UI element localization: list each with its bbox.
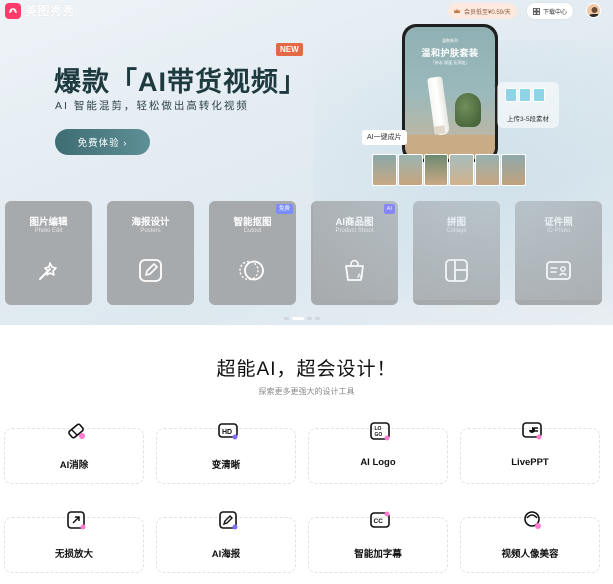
tool-card-id-photo[interactable]: 证件照 ID Photo <box>515 201 602 305</box>
feature-label: 视频人像美容 <box>501 549 559 560</box>
free-trial-button[interactable]: 免费体验 › <box>55 129 150 155</box>
phone-product-title: 温和护肤套装 <box>421 48 479 58</box>
meitu-logo-icon <box>5 2 21 19</box>
tool-card-subtitle: ID Photo <box>546 228 571 234</box>
video-files-icon <box>505 88 545 102</box>
tool-card-title: 海报设计 <box>131 217 170 228</box>
tool-card-subtitle: Cutout <box>243 228 262 234</box>
collage-grid-icon <box>445 259 468 282</box>
crown-icon <box>454 8 460 13</box>
video-frames-strip <box>372 154 526 186</box>
section-title: 超能AI，超会设计！ <box>216 359 397 380</box>
top-bar: 美图秀秀 会员低至¥0.59/天 下载中心 <box>0 0 613 22</box>
user-avatar[interactable] <box>586 3 601 18</box>
tool-card-title: 证件照 <box>544 217 573 228</box>
svg-text:AI: AI <box>357 274 363 280</box>
hd-icon: HD <box>218 423 238 440</box>
tool-card-collage[interactable]: 拼图 Collage <box>413 201 500 305</box>
download-center-label: 下载中心 <box>543 9 568 16</box>
tool-card-cutout[interactable]: 免费 智能抠图 Cutout <box>209 201 296 305</box>
tool-card-title: 拼图 <box>446 217 466 228</box>
carousel-dot-active[interactable] <box>292 317 304 320</box>
feature-label: AI Logo <box>360 457 396 468</box>
feature-label: 无损放大 <box>54 549 93 560</box>
ai-bag-icon: AI <box>345 259 364 281</box>
feature-label: 智能加字幕 <box>354 549 402 560</box>
feature-label: 变清晰 <box>211 460 241 471</box>
phone-mockup: 温和系列 温和护肤套装 「补水 保湿 无添加」 <box>402 24 498 162</box>
caption-icon: CC <box>370 511 390 528</box>
cutout-circle-icon <box>239 260 264 281</box>
poster-pen-icon <box>139 259 162 282</box>
phone-screen: 温和系列 温和护肤套装 「补水 保湿 无添加」 <box>405 27 495 159</box>
feature-label: AI海报 <box>211 549 241 560</box>
svg-text:GO: GO <box>375 432 383 438</box>
logo-icon: LOGO <box>370 422 390 441</box>
tool-card-posters[interactable]: 海报设计 Posters <box>107 201 194 305</box>
carousel-dot[interactable] <box>284 317 289 320</box>
ppt-icon <box>522 422 542 440</box>
free-tag: 免费 <box>275 204 293 214</box>
magic-wand-icon <box>39 262 57 280</box>
logo-text: 美图秀秀 <box>25 4 76 18</box>
hero-subtitle: AI 智能混剪，轻松做出高转化视频 <box>55 100 249 112</box>
upload-materials-card: 上传3-5段素材 <box>497 82 559 128</box>
feature-card-ai-erase[interactable]: AI消除 <box>4 423 144 484</box>
carousel-indicator[interactable] <box>284 317 320 320</box>
feature-card-upscale[interactable]: 无损放大 <box>4 511 144 573</box>
vip-promo-button[interactable]: 会员低至¥0.59/天 <box>448 3 517 19</box>
feature-card-liveppt[interactable]: LivePPT <box>460 422 600 484</box>
svg-text:CC: CC <box>374 518 384 525</box>
feature-card-enhance[interactable]: HD 变清晰 <box>156 423 296 484</box>
hero-banner[interactable]: 美图秀秀 会员低至¥0.59/天 下载中心 爆款「AI带货视频」 NEW AI … <box>0 0 613 325</box>
phone-series-label: 温和系列 <box>442 38 458 43</box>
tool-card-subtitle: Posters <box>140 228 161 234</box>
tool-card-title: 图片编辑 <box>29 217 68 228</box>
carousel-dot[interactable] <box>307 317 312 320</box>
feature-card-ai-logo[interactable]: LO GO AI Logo <box>308 422 448 484</box>
ai-one-click-chip: AI一键成片 <box>362 130 407 145</box>
feature-label: AI消除 <box>59 460 89 471</box>
hero-title: 爆款「AI带货视频」 <box>54 67 307 97</box>
carousel-dot[interactable] <box>315 317 320 320</box>
eraser-icon <box>68 423 85 439</box>
vip-promo-text: 会员低至¥0.59/天 <box>464 9 511 16</box>
feature-card-subtitles[interactable]: CC 智能加字幕 <box>308 511 448 573</box>
product-cap-image <box>433 125 446 135</box>
portrait-beauty-icon <box>524 511 541 529</box>
feature-label: LivePPT <box>511 457 549 468</box>
phone-tags: 「补水 保湿 无添加」 <box>430 60 470 65</box>
tool-card-product-shoot[interactable]: AI AI商品图 Product Shoot AI <box>311 201 398 305</box>
app-logo[interactable]: 美图秀秀 <box>5 2 75 19</box>
upscale-icon <box>67 511 86 530</box>
upload-materials-text: 上传3-5段素材 <box>507 116 549 123</box>
tool-card-subtitle: Product Shoot <box>335 228 374 234</box>
tool-card-title: 智能抠图 <box>233 217 272 228</box>
id-card-icon <box>546 261 571 280</box>
section-subtitle: 探索更多更强大的设计工具 <box>258 387 355 396</box>
cactus-image <box>455 93 481 127</box>
tool-card-subtitle: Photo Edit <box>34 228 63 234</box>
download-center-button[interactable]: 下载中心 <box>527 3 574 19</box>
ai-tag: AI <box>383 204 395 214</box>
tool-card-subtitle: Collage <box>446 228 467 234</box>
svg-text:HD: HD <box>222 429 232 436</box>
ai-poster-icon <box>219 511 238 530</box>
new-badge: NEW <box>276 43 303 56</box>
feature-card-video-beauty[interactable]: 视频人像美容 <box>460 511 600 573</box>
grid-icon <box>533 7 540 15</box>
tool-card-title: AI商品图 <box>335 217 374 228</box>
feature-card-ai-poster[interactable]: AI海报 <box>156 511 296 573</box>
tool-card-photo-edit[interactable]: 图片编辑 Photo Edit <box>5 201 92 305</box>
